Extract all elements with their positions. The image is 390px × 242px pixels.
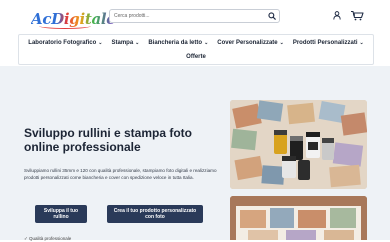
user-account-icon[interactable] xyxy=(333,11,341,20)
chevron-down-icon: ⌄ xyxy=(359,39,364,46)
nav-item-label: Biancheria da letto xyxy=(148,40,203,46)
hero-title: Sviluppo rullini e stampa foto online pr… xyxy=(24,126,193,154)
bedding-image xyxy=(230,196,367,240)
cart-icon xyxy=(351,10,364,21)
logo-swoosh xyxy=(39,23,91,29)
chevron-down-icon: ⌄ xyxy=(204,39,209,46)
search-icon[interactable] xyxy=(268,12,276,20)
nav-item-label: Laboratorio Fotografico xyxy=(28,40,97,46)
custom-bedding-photo xyxy=(230,196,367,240)
chevron-down-icon: ⌄ xyxy=(98,39,103,46)
nav-item-label: Stampa xyxy=(111,40,134,46)
nav-item-label: Cover Personalizzate xyxy=(217,40,278,46)
cart-button[interactable]: 0 xyxy=(350,10,364,21)
hero-note: ✓ Qualità professionale xyxy=(24,236,72,241)
chevron-down-icon: ⌄ xyxy=(135,39,140,46)
chevron-down-icon: ⌄ xyxy=(279,39,284,46)
nav-item-label: Offerte xyxy=(186,54,206,60)
site-header: AcDigitale 0 xyxy=(0,0,390,33)
film-rolls-photo xyxy=(230,100,367,189)
nav-item-cover-personalizzate[interactable]: Cover Personalizzate ⌄ xyxy=(217,40,284,46)
nav-item-label: Prodotti Personalizzati xyxy=(292,40,358,46)
film-rolls-image xyxy=(230,100,367,189)
nav-item-prodotti-personalizzati[interactable]: Prodotti Personalizzati ⌄ xyxy=(293,40,364,46)
develop-film-button[interactable]: Sviluppa il tuo rullino xyxy=(35,205,87,223)
nav-row: Offerte xyxy=(19,54,373,60)
search-input[interactable] xyxy=(114,11,264,21)
hero-description: Sviluppiamo rullini 35mm e 120 con quali… xyxy=(24,168,217,180)
nav-item-offerte[interactable]: Offerte xyxy=(186,54,206,60)
create-custom-product-button[interactable]: Crea il tuo prodotto personalizzato con … xyxy=(107,205,203,223)
nav-item-biancheria[interactable]: Biancheria da letto ⌄ xyxy=(148,40,208,46)
nav-item-stampa[interactable]: Stampa ⌄ xyxy=(111,40,139,46)
main-nav: Laboratorio Fotografico ⌄ Stampa ⌄ Bianc… xyxy=(18,34,374,65)
logo[interactable]: AcDigitale xyxy=(31,5,116,29)
nav-item-laboratorio-fotografico[interactable]: Laboratorio Fotografico ⌄ xyxy=(28,40,102,46)
search-bar xyxy=(109,9,280,23)
nav-row: Laboratorio Fotografico ⌄ Stampa ⌄ Bianc… xyxy=(19,40,373,46)
